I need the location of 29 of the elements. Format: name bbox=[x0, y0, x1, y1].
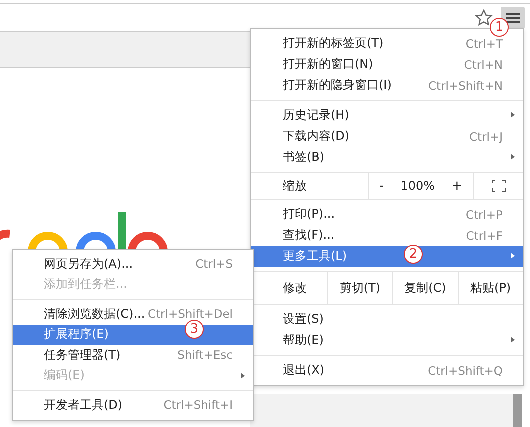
menu-item[interactable]: 打开新的窗口(N) Ctrl+N bbox=[251, 54, 523, 75]
edit-button[interactable]: 粘贴(P) bbox=[458, 272, 523, 304]
menu-icon bbox=[506, 12, 520, 24]
menu-item[interactable]: 任务管理器(T) Shift+Esc bbox=[13, 345, 253, 366]
menu-item[interactable]: 打印(P)... Ctrl+P bbox=[251, 204, 523, 225]
submenu-arrow-icon bbox=[511, 154, 515, 160]
menu-item[interactable]: 下载内容(D) Ctrl+J bbox=[251, 126, 523, 147]
zoom-in-button[interactable]: + bbox=[448, 178, 467, 194]
menu-item[interactable]: 设置(S) bbox=[251, 309, 523, 330]
submenu-arrow-icon bbox=[511, 337, 515, 343]
zoom-value: 100% bbox=[400, 179, 436, 193]
edit-button[interactable]: 剪切(T) bbox=[328, 272, 394, 304]
scrollbar[interactable] bbox=[513, 394, 522, 427]
menu-item[interactable]: 查找(F)... Ctrl+F bbox=[251, 225, 523, 246]
menu-item[interactable]: 网页另存为(A)... Ctrl+S bbox=[13, 254, 253, 274]
menu-item[interactable]: 退出(X) Ctrl+Shift+Q bbox=[251, 360, 523, 381]
menu-item[interactable]: 开发者工具(D) Ctrl+Shift+I bbox=[13, 395, 253, 416]
menu-item[interactable]: 帮助(E) bbox=[251, 330, 523, 351]
submenu-arrow-icon bbox=[511, 112, 515, 118]
fullscreen-icon[interactable] bbox=[492, 180, 506, 192]
menu-item[interactable]: 打开新的隐身窗口(I) Ctrl+Shift+N bbox=[251, 75, 523, 96]
edit-button[interactable]: 复制(C) bbox=[393, 272, 459, 304]
zoom-out-button[interactable]: - bbox=[375, 178, 388, 194]
menu-item[interactable]: 历史记录(H) bbox=[251, 105, 523, 126]
submenu-arrow-icon bbox=[241, 372, 245, 378]
star-icon[interactable] bbox=[475, 8, 493, 26]
menu-item[interactable]: 书签(B) bbox=[251, 147, 523, 168]
zoom-label: 缩放 bbox=[251, 173, 369, 199]
submenu-arrow-icon bbox=[511, 253, 515, 259]
